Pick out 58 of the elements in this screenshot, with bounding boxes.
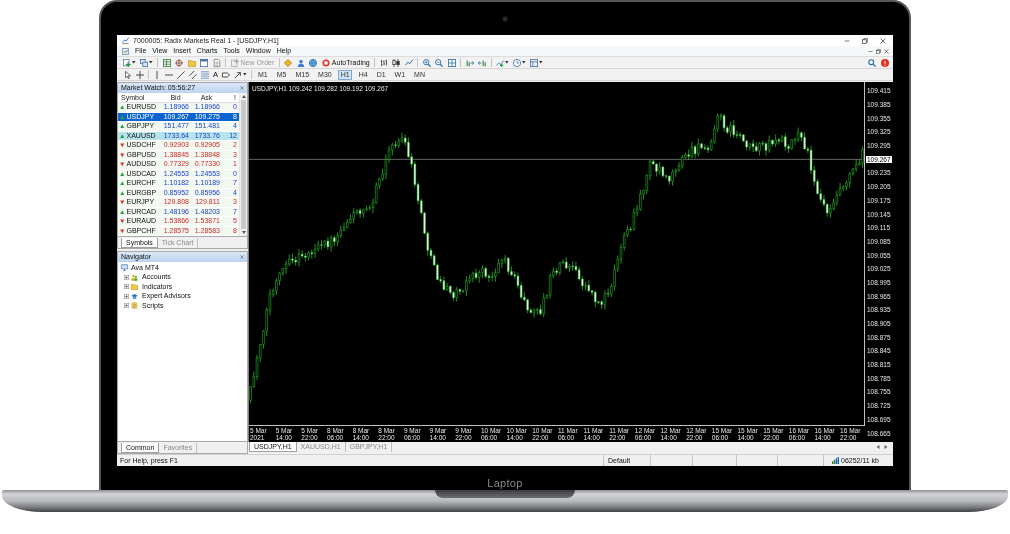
document-icon[interactable]	[212, 58, 221, 67]
line-chart-icon[interactable]	[404, 58, 413, 67]
candlestick-icon[interactable]	[392, 58, 401, 67]
bars-left-arrow-icon[interactable]	[478, 58, 487, 67]
scroll-right-icon[interactable]	[884, 445, 888, 449]
zoom-in-icon[interactable]	[422, 58, 431, 67]
diagonal-line-icon[interactable]	[177, 70, 185, 79]
layout-icon[interactable]	[530, 58, 539, 67]
plus-box-icon[interactable]	[124, 284, 129, 290]
close-icon[interactable]	[240, 255, 244, 259]
scroll-left-icon[interactable]	[876, 445, 880, 449]
caret-icon[interactable]	[149, 61, 153, 64]
arrow-icon[interactable]	[234, 70, 242, 79]
restore-icon[interactable]	[876, 48, 881, 54]
plus-box-icon[interactable]	[124, 293, 129, 299]
scrollbar[interactable]	[239, 93, 247, 236]
device-label: Laptop	[487, 478, 523, 489]
scroll-up-icon[interactable]	[241, 95, 246, 98]
caret-icon[interactable]	[539, 61, 543, 64]
scrollbar-thumb[interactable]	[241, 100, 246, 229]
plus-box-icon[interactable]	[124, 303, 129, 309]
scroll-icon	[131, 302, 138, 310]
parallel-lines-icon[interactable]	[189, 70, 197, 79]
people-icon	[131, 273, 138, 281]
line-chart-icon	[122, 37, 129, 44]
scroll-down-icon[interactable]	[241, 231, 246, 234]
cursor-icon[interactable]	[124, 70, 132, 79]
bars-right-arrow-icon[interactable]	[465, 58, 474, 67]
zoom-out-icon[interactable]	[435, 58, 444, 67]
close-icon[interactable]	[884, 48, 889, 54]
document-chart-icon[interactable]	[122, 47, 129, 55]
restore-icon[interactable]	[862, 37, 868, 44]
grid-icon[interactable]	[447, 58, 456, 67]
caret-icon[interactable]	[132, 61, 136, 64]
hat-icon	[131, 292, 138, 300]
caret-icon[interactable]	[505, 61, 509, 64]
close-icon[interactable]	[880, 37, 886, 44]
caret-icon[interactable]	[243, 73, 247, 76]
signal-bars-icon	[832, 457, 839, 464]
camera-icon	[503, 16, 507, 21]
bar-chart-icon[interactable]	[379, 58, 388, 67]
close-icon[interactable]	[240, 86, 244, 90]
alert-badge-icon[interactable]	[881, 58, 889, 67]
crosshair-icon[interactable]	[136, 70, 144, 79]
stacked-windows-icon[interactable]	[140, 58, 148, 67]
minimize-icon[interactable]	[868, 48, 873, 54]
vertical-line-icon[interactable]	[153, 70, 161, 79]
tag-icon[interactable]	[222, 70, 230, 79]
target-icon[interactable]	[175, 58, 183, 67]
folder-icon	[131, 283, 138, 291]
search-icon[interactable]	[868, 58, 876, 67]
table-icon[interactable]	[162, 58, 171, 67]
globe-icon[interactable]	[309, 58, 318, 67]
monitor-icon	[121, 264, 128, 272]
plus-box-icon[interactable]	[124, 274, 129, 280]
caret-icon[interactable]	[522, 61, 526, 64]
window-icon[interactable]	[200, 58, 208, 67]
person-icon[interactable]	[296, 58, 305, 67]
